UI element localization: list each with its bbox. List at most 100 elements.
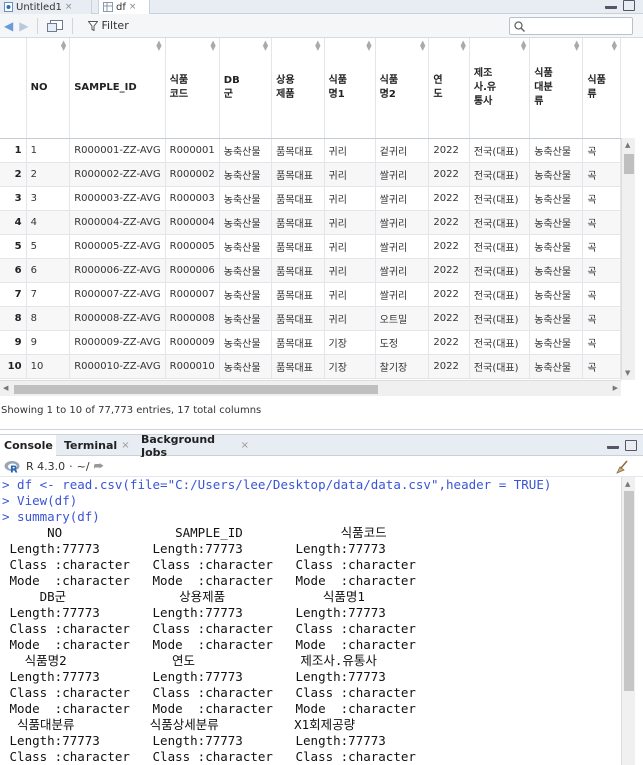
table-cell: 4 <box>26 210 71 235</box>
console-output-line: Length:77773 Length:77773 Length:77773 <box>2 605 386 620</box>
toolbar-divider <box>72 17 74 34</box>
table-row[interactable]: 5 5 R000005-ZZ-AVG R000005 농축산물 품목대표 귀리 쌀귀리 2022… <box>0 234 621 259</box>
column-header[interactable]: 식품 명1 ▲ ▼ <box>324 38 376 139</box>
table-row[interactable]: 4 4 R000004-ZZ-AVG R000004 농축산물 품목대표 귀리 쌀귀리 2022… <box>0 210 621 235</box>
scroll-thumb[interactable] <box>14 385 378 394</box>
clear-console-icon[interactable] <box>615 460 629 474</box>
close-icon[interactable]: × <box>241 440 249 451</box>
sort-icon[interactable]: ▲ ▼ <box>366 40 371 52</box>
console-vertical-scrollbar[interactable]: ▲ <box>621 477 635 765</box>
table-row[interactable]: 7 7 R000007-ZZ-AVG R000007 농축산물 품목대표 귀리 쌀귀리 2022… <box>0 282 621 307</box>
close-icon[interactable]: × <box>65 2 73 12</box>
maximize-pane-icon[interactable] <box>625 440 637 451</box>
sort-icon[interactable]: ▲ ▼ <box>61 40 66 52</box>
table-cell: 10 <box>26 354 71 379</box>
table-row[interactable]: 1 1 R000001-ZZ-AVG R000001 농축산물 품목대표 귀리 겉귀리 2022… <box>0 138 621 163</box>
table-cell: 2 <box>26 162 71 187</box>
grid-horizontal-scrollbar[interactable]: ◀ ▶ <box>0 380 621 396</box>
scroll-left-icon[interactable]: ◀ <box>3 384 8 392</box>
table-cell: 농축산물 <box>219 282 273 307</box>
column-header[interactable]: 연 도 ▲ ▼ <box>428 38 470 139</box>
table-cell: 곡 <box>582 306 621 331</box>
table-cell: R000004 <box>165 210 220 235</box>
console-output-line: Mode :character Mode :character Mode :ch… <box>2 573 416 588</box>
column-header[interactable]: DB 군 ▲ ▼ <box>219 38 273 139</box>
console-output-line: Length:77773 Length:77773 Length:77773 <box>2 669 386 684</box>
console-output-line: Class :character Class :character Class … <box>2 749 416 764</box>
column-header[interactable]: 제조 사.유 통사 ▲ ▼ <box>469 38 531 139</box>
viewer-toolbar: ◀ ▶ Filter <box>0 14 643 38</box>
scroll-thumb[interactable] <box>624 154 634 174</box>
table-cell: 쌀귀리 <box>375 210 430 235</box>
maximize-pane-icon[interactable] <box>623 0 635 11</box>
table-cell: 2022 <box>428 138 470 163</box>
close-icon[interactable]: × <box>121 440 129 451</box>
column-header[interactable]: NO ▲ ▼ <box>26 38 71 139</box>
table-cell: 농축산물 <box>219 258 273 283</box>
table-cell: R000006-ZZ-AVG <box>69 258 166 283</box>
sort-icon[interactable]: ▲ ▼ <box>521 40 526 52</box>
table-cell: 전국(대표) <box>469 306 531 331</box>
sort-icon[interactable]: ▲ ▼ <box>420 40 425 52</box>
scroll-up-icon[interactable]: ▲ <box>625 480 630 488</box>
table-row[interactable]: 8 8 R000008-ZZ-AVG R000008 농축산물 품목대표 귀리 오트밀 2022… <box>0 306 621 331</box>
tab-df[interactable]: df × <box>98 0 150 14</box>
column-header[interactable]: 식품 코드 ▲ ▼ <box>165 38 220 139</box>
table-cell: 기장 <box>324 354 376 379</box>
table-cell: R000002-ZZ-AVG <box>69 162 166 187</box>
sort-icon[interactable]: ▲ ▼ <box>574 40 579 52</box>
tab-label: Background Jobs <box>141 432 216 459</box>
table-cell: 농축산물 <box>219 234 273 259</box>
console-output-line: NO SAMPLE_ID 식품코드 <box>2 525 387 540</box>
table-cell: 전국(대표) <box>469 162 531 187</box>
go-to-directory-icon[interactable]: ⮫ <box>94 460 104 474</box>
scroll-down-icon[interactable]: ▼ <box>625 369 630 377</box>
table-cell: 9 <box>26 330 71 355</box>
grid-vertical-scrollbar[interactable]: ▲ ▼ <box>621 138 635 380</box>
forward-arrow-icon[interactable]: ▶ <box>19 19 28 33</box>
table-cell: 쌀귀리 <box>375 282 430 307</box>
table-cell: 5 <box>26 234 71 259</box>
tab-untitled1[interactable]: Untitled1 × <box>0 0 92 14</box>
sort-icon[interactable]: ▲ ▼ <box>315 40 320 52</box>
minimize-pane-icon[interactable] <box>607 440 619 449</box>
table-cell: 도정 <box>375 330 430 355</box>
sort-icon[interactable]: ▲ ▼ <box>612 40 617 52</box>
table-cell: 2022 <box>428 234 470 259</box>
table-cell: 농축산물 <box>529 306 584 331</box>
close-icon[interactable]: × <box>129 2 137 12</box>
table-row[interactable]: 6 6 R000006-ZZ-AVG R000006 농축산물 품목대표 귀리 쌀귀리 2022… <box>0 258 621 283</box>
column-header[interactable]: 식품 대분 류 ▲ ▼ <box>529 38 584 139</box>
search-input[interactable] <box>509 17 633 35</box>
sort-icon[interactable]: ▲ ▼ <box>263 40 268 52</box>
popout-window-icon[interactable] <box>47 19 64 32</box>
scroll-right-icon[interactable]: ▶ <box>613 384 618 392</box>
row-number-header[interactable] <box>0 38 27 139</box>
sort-icon[interactable]: ▲ ▼ <box>461 40 466 52</box>
console-output[interactable]: > df <- read.csv(file="C:/Users/lee/Desk… <box>0 477 621 765</box>
tab-console[interactable]: Console <box>0 435 56 456</box>
column-header[interactable]: SAMPLE_ID ▲ ▼ <box>69 38 166 139</box>
scroll-thumb[interactable] <box>624 491 634 691</box>
back-arrow-icon[interactable]: ◀ <box>4 19 13 33</box>
sort-icon[interactable]: ▲ ▼ <box>156 40 161 52</box>
tab-terminal[interactable]: Terminal × <box>60 435 134 456</box>
table-cell: R000003 <box>165 186 220 211</box>
minimize-pane-icon[interactable] <box>605 0 617 9</box>
sort-icon[interactable]: ▲ ▼ <box>210 40 215 52</box>
table-cell: 오트밀 <box>375 306 430 331</box>
column-header[interactable]: 식품 명2 ▲ ▼ <box>375 38 430 139</box>
column-header[interactable]: 식품 류 ▲ ▼ <box>582 38 621 139</box>
editor-tab-bar: Untitled1 × df × <box>0 0 643 14</box>
working-directory[interactable]: ~/ <box>77 460 90 473</box>
table-row[interactable]: 2 2 R000002-ZZ-AVG R000002 농축산물 품목대표 귀리 쌀귀리 2022… <box>0 162 621 187</box>
table-row[interactable]: 3 3 R000003-ZZ-AVG R000003 농축산물 품목대표 귀리 쌀귀리 2022… <box>0 186 621 211</box>
r-version: R 4.3.0 <box>26 460 66 473</box>
tab-background-jobs[interactable]: Background Jobs × <box>137 432 253 459</box>
table-cell: 농축산물 <box>529 354 584 379</box>
table-row[interactable]: 9 9 R000009-ZZ-AVG R000009 농축산물 품목대표 기장 도정 2022 전… <box>0 330 621 355</box>
scroll-up-icon[interactable]: ▲ <box>625 141 630 149</box>
column-header[interactable]: 상용 제품 ▲ ▼ <box>271 38 325 139</box>
filter-button[interactable]: Filter <box>82 19 129 32</box>
table-row[interactable]: 10 10 R000010-ZZ-AVG R000010 농축산물 품목대표 기장 찰기장 20… <box>0 354 621 379</box>
